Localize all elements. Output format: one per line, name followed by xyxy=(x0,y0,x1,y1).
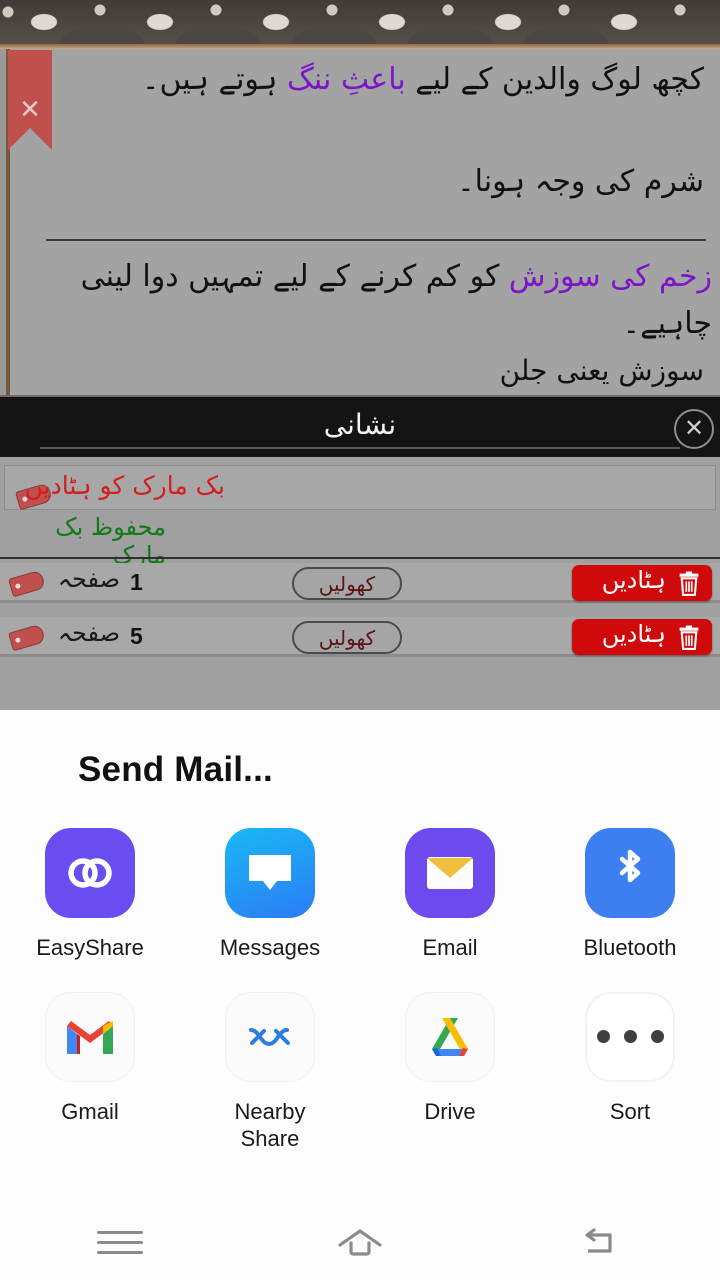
verse-line-2-note: سوزش یعنی جلن xyxy=(499,354,704,387)
share-row: EasyShare Messages Email Bluetooth xyxy=(0,820,720,962)
share-row: Gmail Nearby Share Drive Sort xyxy=(0,984,720,1153)
gmail-icon xyxy=(45,991,135,1082)
remove-all-bookmarks-row[interactable]: بک مارک کو ہٹادیں xyxy=(4,465,716,511)
google-drive-icon xyxy=(405,991,495,1082)
verse-line-1: کچھ لوگ والدین کے لیے باعثِ ننگ ہوتے ہیں… xyxy=(141,62,704,97)
bookmark-tag-icon xyxy=(8,623,46,652)
share-target-easyshare[interactable]: EasyShare xyxy=(0,820,180,962)
share-target-label: Sort xyxy=(609,1098,651,1124)
share-target-nearby-share[interactable]: Nearby Share xyxy=(180,984,360,1153)
remove-all-bookmarks-label: بک مارک کو ہٹادیں xyxy=(24,471,225,500)
page-content: کچھ لوگ والدین کے لیے باعثِ ننگ ہوتے ہیں… xyxy=(6,49,720,395)
trash-icon xyxy=(679,625,699,650)
bookmark-dialog-title: نشانی xyxy=(323,408,397,441)
share-target-label: EasyShare xyxy=(36,935,144,960)
share-target-email[interactable]: Email xyxy=(360,820,540,962)
bookmark-row[interactable]: صفحہ 1 کھولیں ہٹادیں xyxy=(0,563,720,603)
share-target-gmail[interactable]: Gmail xyxy=(0,984,180,1153)
title-underline xyxy=(40,447,680,449)
share-sheet: Send Mail... EasyShare Messages Email Bl… xyxy=(0,710,720,1280)
share-target-messages[interactable]: Messages xyxy=(180,820,360,962)
back-button[interactable] xyxy=(480,1225,720,1261)
share-target-sort[interactable]: Sort xyxy=(540,984,720,1153)
bookmark-tag-icon xyxy=(8,569,46,598)
bookmark-page-label: صفحہ xyxy=(57,619,120,647)
share-target-label: Email xyxy=(422,935,478,960)
open-bookmark-button[interactable]: کھولیں xyxy=(292,621,402,654)
three-dots xyxy=(596,1030,664,1043)
messages-icon xyxy=(225,828,315,918)
easyshare-icon xyxy=(45,828,135,918)
verse-line-1-note: شرم کی وجہ ہونا۔ xyxy=(457,164,704,199)
share-target-label: Messages xyxy=(219,935,321,960)
saved-bookmarks-label: محفوظ بک مارک xyxy=(55,513,166,569)
home-icon xyxy=(338,1228,382,1256)
recents-button[interactable] xyxy=(0,1224,240,1261)
share-sheet-title: Send Mail... xyxy=(78,750,273,789)
share-target-label: Bluetooth xyxy=(583,935,677,960)
share-target-label: Gmail xyxy=(61,1098,119,1124)
share-target-bluetooth[interactable]: Bluetooth xyxy=(540,820,720,962)
home-button[interactable] xyxy=(240,1225,480,1261)
nearby-share-icon xyxy=(225,991,315,1082)
share-target-grid: EasyShare Messages Email Bluetooth Gmail… xyxy=(0,820,720,1153)
email-icon xyxy=(405,828,495,918)
ribbon-close-glyph: ✕ xyxy=(19,94,41,124)
share-target-label: Drive xyxy=(424,1098,476,1124)
trash-icon xyxy=(679,571,699,596)
bookmark-page-number: 1 xyxy=(130,569,143,595)
delete-bookmark-button[interactable]: ہٹادیں xyxy=(572,565,712,601)
verse-line-2: زخم کی سوزش کو کم کرنے کے لیے تمہیں دوا … xyxy=(80,259,712,341)
delete-bookmark-label: ہٹادیں xyxy=(601,566,666,594)
back-icon xyxy=(585,1227,612,1253)
saved-bookmarks-divider xyxy=(0,557,720,559)
decorative-floral-border xyxy=(0,0,720,46)
bookmark-dialog-titlebar: نشانی ✕ xyxy=(0,395,720,457)
share-target-drive[interactable]: Drive xyxy=(360,984,540,1153)
open-bookmark-button[interactable]: کھولیں xyxy=(292,567,402,600)
more-options-icon xyxy=(585,991,675,1082)
bookmark-page-number: 5 xyxy=(130,623,143,649)
recents-icon xyxy=(97,1224,143,1261)
delete-bookmark-button[interactable]: ہٹادیں xyxy=(572,619,712,655)
verse-divider xyxy=(46,239,706,241)
bookmark-row[interactable]: صفحہ 5 کھولیں ہٹادیں xyxy=(0,617,720,657)
delete-bookmark-label: ہٹادیں xyxy=(601,620,666,648)
bookmark-page-label: صفحہ xyxy=(57,565,120,593)
bookmark-dialog-body: بک مارک کو ہٹادیں محفوظ بک مارک صفحہ 1 ک… xyxy=(0,457,720,710)
close-icon[interactable]: ✕ xyxy=(674,409,714,449)
bluetooth-icon xyxy=(585,828,675,918)
share-target-label: Nearby Share xyxy=(234,1098,306,1152)
android-navigation-bar xyxy=(0,1205,720,1280)
